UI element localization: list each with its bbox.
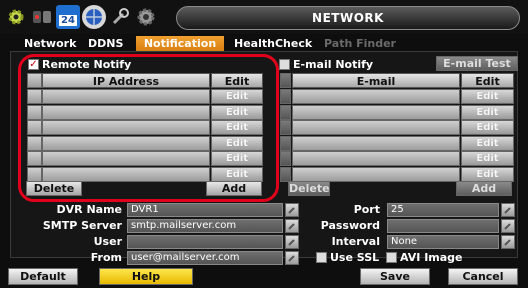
email-row-checkbox[interactable] [280,135,291,151]
interval-label: Interval [331,235,380,248]
record-icon[interactable] [30,5,54,29]
email-test-button[interactable]: E-mail Test [436,56,518,71]
port-field[interactable]: 25 [387,203,499,217]
edit-pencil-icon[interactable] [285,251,299,265]
help-button[interactable]: Help [99,268,193,285]
edit-pencil-icon[interactable] [501,203,515,217]
avi-image-label: AVI Image [400,251,463,264]
email-row-checkbox[interactable] [280,120,291,135]
from-label: From [90,251,122,264]
email-row-edit-button[interactable]: Edit [461,166,514,182]
email-row-edit-button[interactable]: Edit [461,104,514,120]
tab-notification[interactable]: Notification [136,36,224,51]
dvr-name-label: DVR Name [56,203,123,216]
gear-icon[interactable] [4,5,28,29]
email-delete-button[interactable]: Delete [288,181,330,196]
email-notify-label: E-mail Notify [293,58,374,71]
password-field[interactable] [387,219,499,233]
edit-pencil-icon[interactable] [285,219,299,233]
default-button[interactable]: Default [8,268,78,285]
settings-gear-icon[interactable] [134,5,158,29]
smtp-server-field[interactable]: smtp.mailserver.com [127,219,283,233]
smtp-server-label: SMTP Server [42,219,122,232]
use-ssl-label: Use SSL [330,251,380,264]
email-row-checkbox[interactable] [280,166,291,182]
interval-select[interactable]: None [387,235,499,249]
email-notify-toggle[interactable]: E-mail Notify [279,58,373,71]
tab-network[interactable]: Network [18,36,82,51]
email-add-button[interactable]: Add [456,181,512,196]
tab-ddns[interactable]: DDNS [82,36,129,51]
calendar-icon[interactable]: 24 [56,5,80,29]
tab-path-finder: Path Finder [324,37,396,50]
email-row-edit-button[interactable]: Edit [461,89,514,104]
from-field[interactable]: user@mailserver.com [127,251,283,265]
use-ssl-checkbox[interactable] [316,252,327,263]
email-row-checkbox[interactable] [280,89,291,104]
user-label: User [93,235,122,248]
email-edit-header: Edit [461,73,514,88]
email-row-edit-button[interactable]: Edit [461,135,514,151]
email-notify-checkbox[interactable] [279,59,290,70]
dvr-name-field[interactable]: DVR1 [127,203,283,217]
email-row-value[interactable] [292,89,460,104]
email-row-edit-button[interactable]: Edit [461,120,514,135]
password-label: Password [320,219,380,232]
email-row-edit-button[interactable]: Edit [461,151,514,166]
cancel-button[interactable]: Cancel [448,268,518,285]
window-title: NETWORK [176,6,520,30]
email-row-value[interactable] [292,151,460,166]
email-row-value[interactable] [292,166,460,182]
email-row-checkbox[interactable] [280,151,291,166]
email-select-all-cell[interactable] [280,73,291,88]
edit-pencil-icon[interactable] [501,219,515,233]
edit-pencil-icon[interactable] [285,203,299,217]
avi-image-toggle[interactable]: AVI Image [386,251,463,264]
use-ssl-toggle[interactable]: Use SSL [316,251,379,264]
user-field[interactable] [127,235,283,249]
email-row-value[interactable] [292,104,460,120]
email-row-value[interactable] [292,120,460,135]
highlight-outline [18,54,279,202]
tab-healthcheck[interactable]: HealthCheck [228,36,318,51]
tools-icon[interactable] [108,5,132,29]
save-button[interactable]: Save [360,268,430,285]
avi-image-checkbox[interactable] [386,252,397,263]
port-label: Port [353,203,380,216]
email-row-value[interactable] [292,135,460,151]
calendar-day: 24 [59,14,77,26]
network-globe-icon[interactable] [82,5,106,29]
edit-pencil-icon[interactable] [501,235,515,249]
email-row-checkbox[interactable] [280,104,291,120]
edit-pencil-icon[interactable] [285,235,299,249]
email-header: E-mail [292,73,460,88]
